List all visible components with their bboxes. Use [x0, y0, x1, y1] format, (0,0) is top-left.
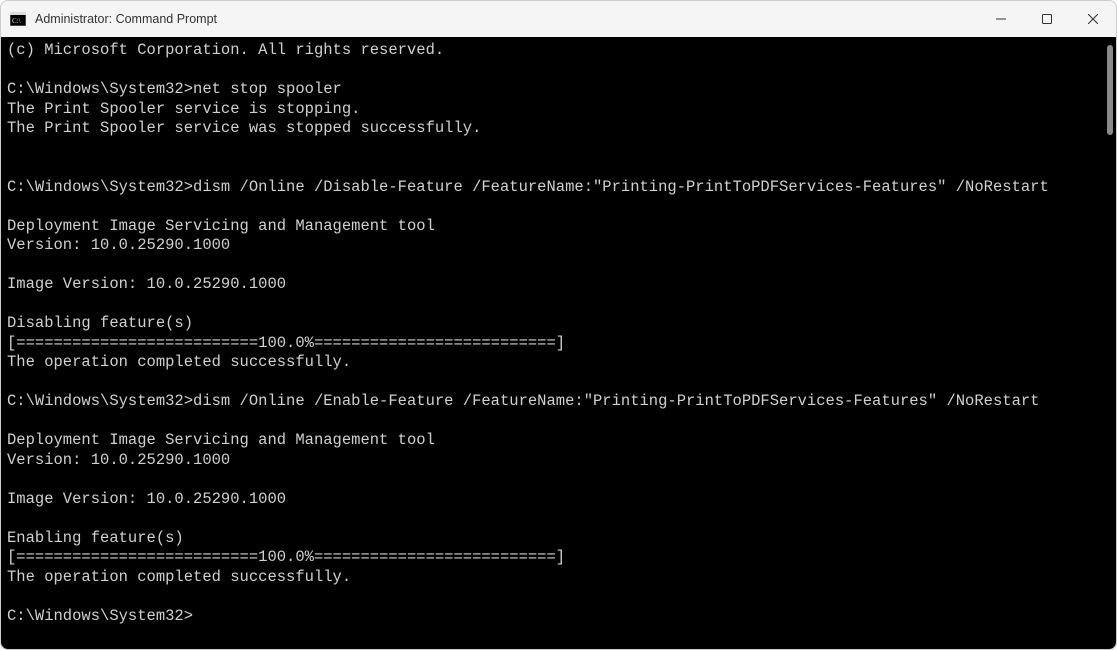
- terminal-output: (c) Microsoft Corporation. All rights re…: [1, 37, 1116, 649]
- window: C:\ Administrator: Command Prompt (c) Mi…: [0, 0, 1117, 650]
- terminal-area[interactable]: (c) Microsoft Corporation. All rights re…: [1, 37, 1116, 649]
- scrollbar-thumb[interactable]: [1107, 45, 1113, 135]
- cmd-icon: C:\: [9, 10, 27, 28]
- close-button[interactable]: [1070, 1, 1116, 37]
- window-title: Administrator: Command Prompt: [35, 12, 217, 26]
- window-controls: [978, 1, 1116, 37]
- svg-text:C:\: C:\: [12, 17, 21, 25]
- maximize-button[interactable]: [1024, 1, 1070, 37]
- minimize-button[interactable]: [978, 1, 1024, 37]
- titlebar[interactable]: C:\ Administrator: Command Prompt: [1, 1, 1116, 37]
